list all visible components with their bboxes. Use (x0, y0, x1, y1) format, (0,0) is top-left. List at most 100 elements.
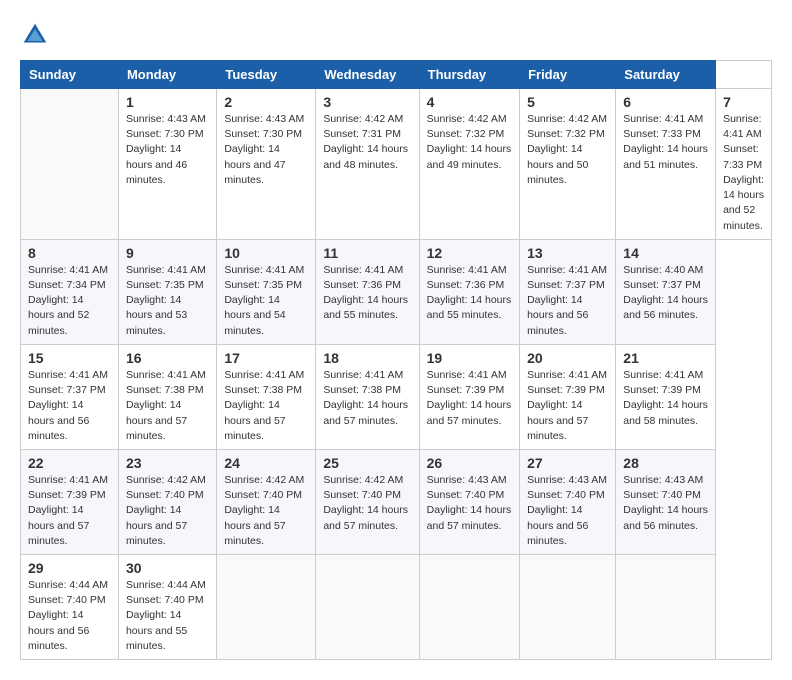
day-number: 26 (427, 455, 512, 471)
calendar-header-saturday: Saturday (616, 61, 716, 89)
calendar-cell-day-8: 8 Sunrise: 4:41 AMSunset: 7:34 PMDayligh… (21, 239, 119, 344)
day-info: Sunrise: 4:41 AMSunset: 7:34 PMDaylight:… (28, 263, 111, 339)
day-info: Sunrise: 4:42 AMSunset: 7:40 PMDaylight:… (224, 473, 308, 549)
calendar-header-monday: Monday (118, 61, 216, 89)
calendar-cell-day-11: 11 Sunrise: 4:41 AMSunset: 7:36 PMDaylig… (316, 239, 419, 344)
day-info: Sunrise: 4:44 AMSunset: 7:40 PMDaylight:… (126, 578, 209, 654)
day-info: Sunrise: 4:41 AMSunset: 7:35 PMDaylight:… (224, 263, 308, 339)
day-number: 12 (427, 245, 512, 261)
day-number: 23 (126, 455, 209, 471)
day-info: Sunrise: 4:43 AMSunset: 7:40 PMDaylight:… (623, 473, 708, 534)
empty-cell (316, 555, 419, 660)
day-number: 3 (323, 94, 411, 110)
empty-cell (419, 555, 519, 660)
day-number: 19 (427, 350, 512, 366)
day-number: 28 (623, 455, 708, 471)
calendar-cell-day-27: 27 Sunrise: 4:43 AMSunset: 7:40 PMDaylig… (520, 449, 616, 554)
day-number: 15 (28, 350, 111, 366)
day-info: Sunrise: 4:41 AMSunset: 7:33 PMDaylight:… (623, 112, 708, 173)
calendar-cell-day-15: 15 Sunrise: 4:41 AMSunset: 7:37 PMDaylig… (21, 344, 119, 449)
day-info: Sunrise: 4:41 AMSunset: 7:36 PMDaylight:… (427, 263, 512, 324)
calendar-header-row: SundayMondayTuesdayWednesdayThursdayFrid… (21, 61, 772, 89)
calendar-cell-day-23: 23 Sunrise: 4:42 AMSunset: 7:40 PMDaylig… (118, 449, 216, 554)
day-number: 9 (126, 245, 209, 261)
day-number: 6 (623, 94, 708, 110)
empty-cell (520, 555, 616, 660)
empty-cell (217, 555, 316, 660)
calendar-cell-day-7: 7 Sunrise: 4:41 AMSunset: 7:33 PMDayligh… (716, 89, 772, 240)
day-info: Sunrise: 4:42 AMSunset: 7:40 PMDaylight:… (126, 473, 209, 549)
day-number: 21 (623, 350, 708, 366)
day-number: 18 (323, 350, 411, 366)
day-info: Sunrise: 4:41 AMSunset: 7:33 PMDaylight:… (723, 112, 764, 234)
day-info: Sunrise: 4:41 AMSunset: 7:38 PMDaylight:… (126, 368, 209, 444)
calendar-header-thursday: Thursday (419, 61, 519, 89)
day-number: 29 (28, 560, 111, 576)
calendar-week-4: 22 Sunrise: 4:41 AMSunset: 7:39 PMDaylig… (21, 449, 772, 554)
calendar-week-2: 8 Sunrise: 4:41 AMSunset: 7:34 PMDayligh… (21, 239, 772, 344)
empty-cell (616, 555, 716, 660)
calendar-header-sunday: Sunday (21, 61, 119, 89)
day-number: 24 (224, 455, 308, 471)
calendar-week-1: 1 Sunrise: 4:43 AMSunset: 7:30 PMDayligh… (21, 89, 772, 240)
day-number: 22 (28, 455, 111, 471)
calendar-cell-day-12: 12 Sunrise: 4:41 AMSunset: 7:36 PMDaylig… (419, 239, 519, 344)
logo-icon (20, 20, 50, 50)
calendar-cell-day-24: 24 Sunrise: 4:42 AMSunset: 7:40 PMDaylig… (217, 449, 316, 554)
calendar-cell-day-9: 9 Sunrise: 4:41 AMSunset: 7:35 PMDayligh… (118, 239, 216, 344)
day-number: 10 (224, 245, 308, 261)
day-info: Sunrise: 4:43 AMSunset: 7:30 PMDaylight:… (224, 112, 308, 188)
day-info: Sunrise: 4:41 AMSunset: 7:39 PMDaylight:… (527, 368, 608, 444)
day-number: 27 (527, 455, 608, 471)
day-info: Sunrise: 4:43 AMSunset: 7:30 PMDaylight:… (126, 112, 209, 188)
calendar-cell-day-13: 13 Sunrise: 4:41 AMSunset: 7:37 PMDaylig… (520, 239, 616, 344)
empty-cell (21, 89, 119, 240)
day-number: 13 (527, 245, 608, 261)
calendar-cell-day-10: 10 Sunrise: 4:41 AMSunset: 7:35 PMDaylig… (217, 239, 316, 344)
day-info: Sunrise: 4:41 AMSunset: 7:35 PMDaylight:… (126, 263, 209, 339)
day-number: 16 (126, 350, 209, 366)
calendar-header-tuesday: Tuesday (217, 61, 316, 89)
calendar-cell-day-30: 30 Sunrise: 4:44 AMSunset: 7:40 PMDaylig… (118, 555, 216, 660)
day-number: 25 (323, 455, 411, 471)
day-info: Sunrise: 4:41 AMSunset: 7:38 PMDaylight:… (323, 368, 411, 429)
day-number: 14 (623, 245, 708, 261)
day-number: 11 (323, 245, 411, 261)
calendar-header-wednesday: Wednesday (316, 61, 419, 89)
day-info: Sunrise: 4:43 AMSunset: 7:40 PMDaylight:… (527, 473, 608, 549)
calendar-cell-day-21: 21 Sunrise: 4:41 AMSunset: 7:39 PMDaylig… (616, 344, 716, 449)
day-number: 30 (126, 560, 209, 576)
calendar-cell-day-4: 4 Sunrise: 4:42 AMSunset: 7:32 PMDayligh… (419, 89, 519, 240)
calendar-cell-day-25: 25 Sunrise: 4:42 AMSunset: 7:40 PMDaylig… (316, 449, 419, 554)
calendar-cell-day-2: 2 Sunrise: 4:43 AMSunset: 7:30 PMDayligh… (217, 89, 316, 240)
day-info: Sunrise: 4:41 AMSunset: 7:36 PMDaylight:… (323, 263, 411, 324)
day-info: Sunrise: 4:42 AMSunset: 7:40 PMDaylight:… (323, 473, 411, 534)
day-info: Sunrise: 4:41 AMSunset: 7:39 PMDaylight:… (28, 473, 111, 549)
day-number: 20 (527, 350, 608, 366)
day-info: Sunrise: 4:42 AMSunset: 7:31 PMDaylight:… (323, 112, 411, 173)
calendar-cell-day-3: 3 Sunrise: 4:42 AMSunset: 7:31 PMDayligh… (316, 89, 419, 240)
calendar-cell-day-28: 28 Sunrise: 4:43 AMSunset: 7:40 PMDaylig… (616, 449, 716, 554)
day-info: Sunrise: 4:41 AMSunset: 7:37 PMDaylight:… (527, 263, 608, 339)
calendar-cell-day-29: 29 Sunrise: 4:44 AMSunset: 7:40 PMDaylig… (21, 555, 119, 660)
calendar-cell-day-26: 26 Sunrise: 4:43 AMSunset: 7:40 PMDaylig… (419, 449, 519, 554)
day-info: Sunrise: 4:42 AMSunset: 7:32 PMDaylight:… (527, 112, 608, 188)
calendar-cell-day-17: 17 Sunrise: 4:41 AMSunset: 7:38 PMDaylig… (217, 344, 316, 449)
day-info: Sunrise: 4:41 AMSunset: 7:37 PMDaylight:… (28, 368, 111, 444)
day-number: 8 (28, 245, 111, 261)
calendar-cell-day-1: 1 Sunrise: 4:43 AMSunset: 7:30 PMDayligh… (118, 89, 216, 240)
page-header (20, 20, 772, 50)
calendar-header-friday: Friday (520, 61, 616, 89)
day-info: Sunrise: 4:44 AMSunset: 7:40 PMDaylight:… (28, 578, 111, 654)
day-number: 17 (224, 350, 308, 366)
day-number: 4 (427, 94, 512, 110)
day-number: 1 (126, 94, 209, 110)
calendar-cell-day-5: 5 Sunrise: 4:42 AMSunset: 7:32 PMDayligh… (520, 89, 616, 240)
calendar-body: 1 Sunrise: 4:43 AMSunset: 7:30 PMDayligh… (21, 89, 772, 660)
calendar-cell-day-14: 14 Sunrise: 4:40 AMSunset: 7:37 PMDaylig… (616, 239, 716, 344)
calendar-table: SundayMondayTuesdayWednesdayThursdayFrid… (20, 60, 772, 660)
day-info: Sunrise: 4:41 AMSunset: 7:39 PMDaylight:… (427, 368, 512, 429)
day-number: 2 (224, 94, 308, 110)
calendar-cell-day-18: 18 Sunrise: 4:41 AMSunset: 7:38 PMDaylig… (316, 344, 419, 449)
day-info: Sunrise: 4:41 AMSunset: 7:39 PMDaylight:… (623, 368, 708, 429)
